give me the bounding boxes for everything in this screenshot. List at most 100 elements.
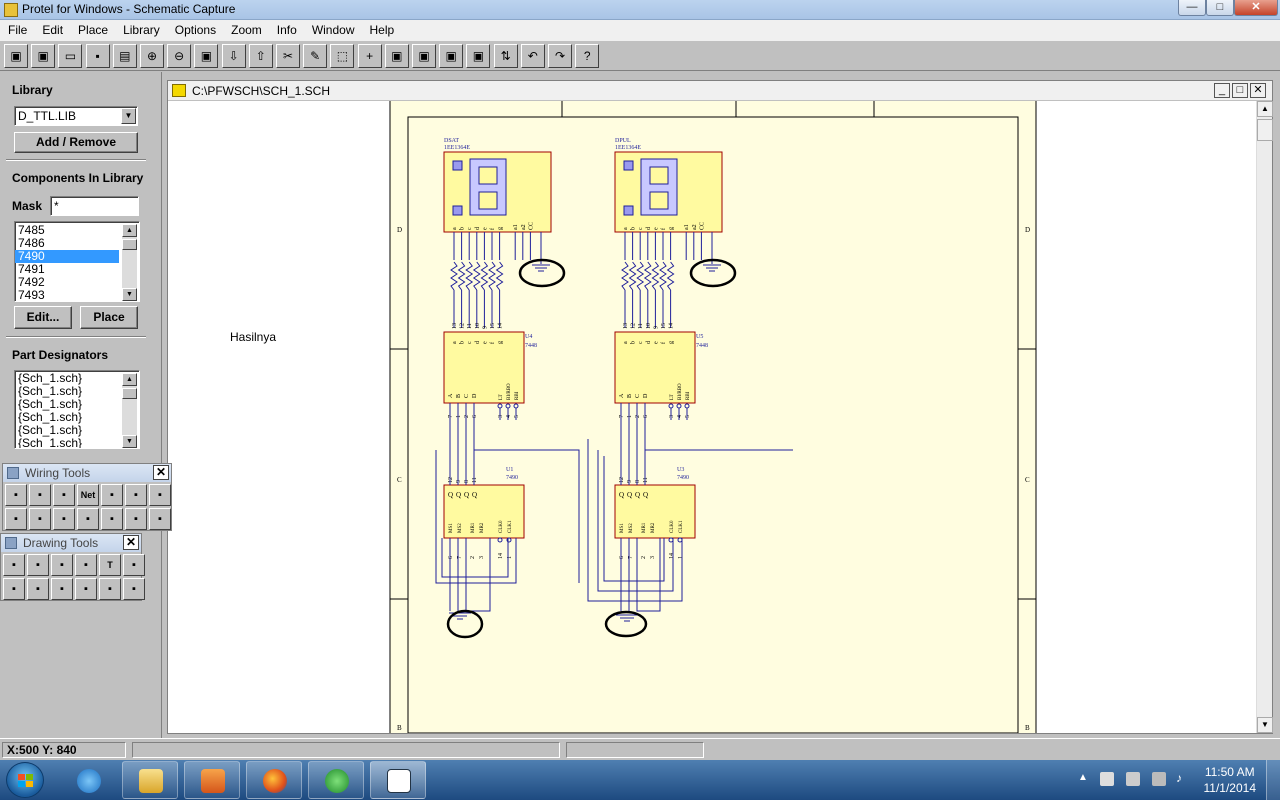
taskbar-green-app[interactable] xyxy=(308,761,364,799)
menu-zoom[interactable]: Zoom xyxy=(223,20,269,37)
edit-component-button[interactable]: Edit... xyxy=(14,306,72,329)
list-item[interactable]: 7493 xyxy=(15,289,119,302)
graphic-tool-button[interactable]: ▪ xyxy=(99,578,121,600)
schematic-canvas[interactable]: D D C C B B Hasilnya DSAT 1EE1364E a b c d e f g… xyxy=(168,101,1256,733)
menu-place[interactable]: Place xyxy=(70,20,115,37)
document-scrollbar[interactable]: ▲ ▼ xyxy=(1256,101,1273,733)
wiring-tools-titlebar[interactable]: Wiring Tools ✕ xyxy=(3,464,171,482)
junction-tool-button[interactable]: ▪ xyxy=(53,508,75,530)
bus-tool-button[interactable]: ▪ xyxy=(53,484,75,506)
library-book-button[interactable]: ▣ xyxy=(439,44,464,68)
scroll-thumb[interactable] xyxy=(122,239,137,250)
open-folder-button[interactable]: ▭ xyxy=(58,44,83,68)
zoom-fit-button[interactable]: ▣ xyxy=(194,44,219,68)
wiring-tools-close-button[interactable]: ✕ xyxy=(153,465,169,480)
rounded-rect-tool-button[interactable]: ▪ xyxy=(27,578,49,600)
volume-icon[interactable]: ♪ xyxy=(1176,771,1182,785)
print-button[interactable]: ▤ xyxy=(112,44,137,68)
menu-help[interactable]: Help xyxy=(362,20,402,37)
taskbar-clock[interactable]: 11:50 AM 11/1/2014 xyxy=(1204,764,1257,796)
device-icon[interactable] xyxy=(1126,772,1140,786)
array-tool-button[interactable]: ▪ xyxy=(123,578,145,600)
database-button[interactable]: ▣ xyxy=(4,44,28,68)
bus-entry-tool-button[interactable]: ▪ xyxy=(5,484,27,506)
rectangle-tool-button[interactable]: ▪ xyxy=(3,578,25,600)
components-list[interactable]: 7485 7486 7490 7491 7492 7493 ▲ ▼ xyxy=(14,221,140,302)
add-remove-button[interactable]: Add / Remove xyxy=(14,132,138,153)
drawing-tools-close-button[interactable]: ✕ xyxy=(123,535,139,550)
net-tool-button[interactable]: Net xyxy=(77,484,99,506)
menu-edit[interactable]: Edit xyxy=(34,20,70,37)
library-edit-button[interactable]: ▣ xyxy=(466,44,491,68)
sheet-tool-button[interactable]: ▪ xyxy=(149,484,171,506)
pencil-tool-button[interactable]: ▪ xyxy=(77,508,99,530)
wire-tool-button[interactable]: ▪ xyxy=(29,484,51,506)
move-cross-button[interactable]: + xyxy=(357,44,382,68)
zoom-out-button[interactable]: ⊖ xyxy=(167,44,192,68)
taskbar-file-explorer[interactable] xyxy=(122,761,178,799)
component-button[interactable]: ▣ xyxy=(412,44,436,68)
minimize-button[interactable]: — xyxy=(1178,0,1206,16)
network-icon[interactable] xyxy=(1152,772,1166,786)
save-button[interactable]: ▪ xyxy=(85,44,110,68)
polygon-tool-button[interactable]: ▪ xyxy=(27,554,49,576)
close-button[interactable]: ✕ xyxy=(1234,0,1278,16)
doc-close-button[interactable]: ✕ xyxy=(1250,83,1266,98)
menu-info[interactable]: Info xyxy=(269,20,304,37)
taskbar-media-player[interactable] xyxy=(184,761,240,799)
scroll-down-icon[interactable]: ▼ xyxy=(122,288,137,301)
taskbar-firefox[interactable] xyxy=(246,761,302,799)
designators-scrollbar[interactable]: ▲ ▼ xyxy=(122,373,137,448)
designators-list[interactable]: {Sch_1.sch} {Sch_1.sch} {Sch_1.sch} {Sch_1.… xyxy=(14,370,140,449)
doc-maximize-button[interactable]: □ xyxy=(1232,83,1248,98)
show-desktop-button[interactable] xyxy=(1266,760,1280,800)
scroll-thumb[interactable] xyxy=(122,388,137,399)
maximize-button[interactable]: □ xyxy=(1206,0,1234,16)
arrow-up-button[interactable]: ⇧ xyxy=(248,44,273,68)
zoom-in-button[interactable]: ⊕ xyxy=(140,44,164,68)
directive-tool-button[interactable]: ▪ xyxy=(149,508,171,530)
bus-lines-tool-button[interactable]: ▪ xyxy=(101,508,123,530)
arrow-down-button[interactable]: ⇩ xyxy=(221,44,246,68)
pie-tool-button[interactable]: ▪ xyxy=(75,578,97,600)
scroll-down-icon[interactable]: ▼ xyxy=(122,435,137,448)
components-scrollbar[interactable]: ▲ ▼ xyxy=(122,224,137,301)
pencil-button[interactable]: ✎ xyxy=(303,44,328,68)
list-item[interactable]: {Sch_1.sch} xyxy=(15,437,119,449)
taskbar-internet-explorer[interactable] xyxy=(60,761,116,799)
undo-button[interactable]: ↶ xyxy=(520,44,545,68)
scroll-thumb[interactable] xyxy=(1257,119,1273,141)
place-component-button[interactable]: Place xyxy=(80,306,138,329)
line-tool-button[interactable]: ▪ xyxy=(3,554,25,576)
menu-file[interactable]: File xyxy=(0,20,34,37)
schematic-drawing[interactable]: D D C C B B Hasilnya DSAT1EE1364Ea b c d e f g… xyxy=(168,101,1256,733)
arc-tool-button[interactable]: ▪ xyxy=(51,554,73,576)
scroll-up-icon[interactable]: ▲ xyxy=(122,373,137,386)
port-tool-button[interactable]: ▪ xyxy=(29,508,51,530)
bus-button[interactable]: ▣ xyxy=(384,44,409,68)
no-erc-tool-button[interactable]: ▪ xyxy=(125,508,147,530)
t-tool-button[interactable]: T xyxy=(99,554,121,576)
part-tool-button[interactable]: ▪ xyxy=(125,484,147,506)
sheet-entry-tool-button[interactable]: ▪ xyxy=(5,508,27,530)
show-hidden-icons-icon[interactable]: ▲ xyxy=(1078,772,1088,783)
drawing-tools-titlebar[interactable]: Drawing Tools ✕ xyxy=(1,534,141,552)
doc-minimize-button[interactable]: _ xyxy=(1214,83,1230,98)
action-center-icon[interactable] xyxy=(1100,772,1114,786)
text-frame-tool-button[interactable]: ▪ xyxy=(123,554,145,576)
help-button[interactable]: ? xyxy=(575,44,600,68)
project-button[interactable]: ▣ xyxy=(31,44,56,68)
scroll-up-icon[interactable]: ▲ xyxy=(1257,101,1273,117)
menu-window[interactable]: Window xyxy=(304,20,362,37)
taskbar-protel[interactable] xyxy=(370,761,426,799)
cut-wire-button[interactable]: ✂ xyxy=(276,44,300,68)
select-box-button[interactable]: ⬚ xyxy=(330,44,355,68)
chevron-down-icon[interactable]: ▼ xyxy=(121,108,136,124)
start-button[interactable] xyxy=(6,762,44,798)
netlist-button[interactable]: ⇅ xyxy=(493,44,518,68)
power-port-tool-button[interactable]: ▪ xyxy=(101,484,123,506)
redo-button[interactable]: ↷ xyxy=(548,44,572,68)
library-select[interactable]: D_TTL.LIB ▼ xyxy=(14,106,138,126)
mask-input[interactable]: * xyxy=(50,196,139,216)
scroll-down-icon[interactable]: ▼ xyxy=(1257,717,1273,733)
